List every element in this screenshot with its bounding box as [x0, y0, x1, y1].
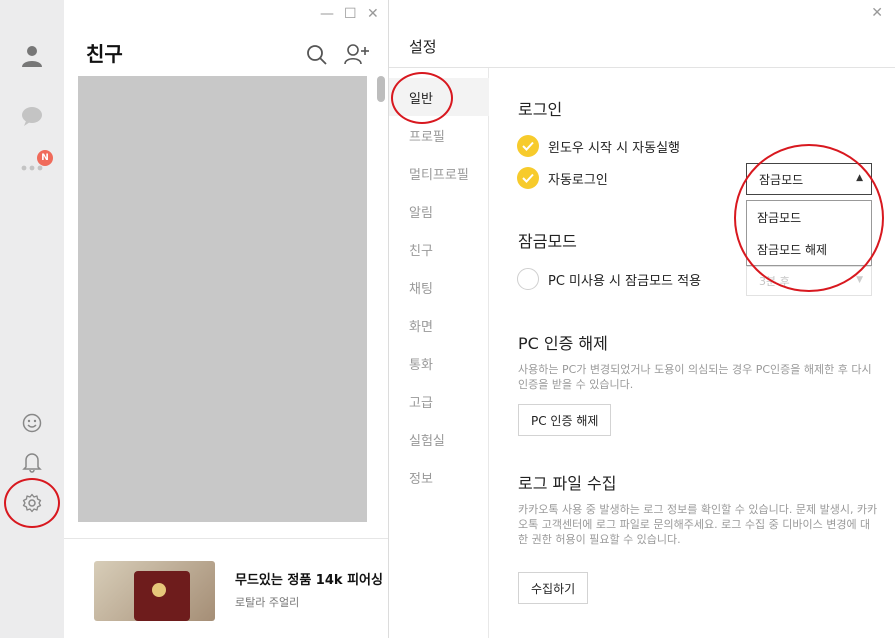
- nav-display[interactable]: 화면: [389, 306, 489, 344]
- nav-general[interactable]: 일반: [389, 78, 489, 116]
- option-lockmode[interactable]: 잠금모드: [747, 201, 871, 233]
- nav-chat[interactable]: 채팅: [389, 268, 489, 306]
- chat-bubble-icon[interactable]: [0, 98, 64, 134]
- caret-down-icon: ▼: [856, 275, 863, 285]
- nav-friends[interactable]: 친구: [389, 230, 489, 268]
- autostart-checkbox-row[interactable]: 윈도우 시작 시 자동실행: [517, 135, 680, 157]
- check-icon[interactable]: [517, 135, 539, 157]
- section-title-login: 로그인: [518, 100, 563, 119]
- autologin-label: 자동로그인: [548, 172, 608, 188]
- close-button[interactable]: ✕: [367, 6, 379, 22]
- ad-banner[interactable]: 무드있는 정품 14k 피어싱 로탈라 주얼리: [64, 538, 388, 638]
- section-title-lock: 잠금모드: [518, 232, 577, 251]
- collect-logs-button[interactable]: 수집하기: [518, 572, 589, 604]
- pc-auth-reset-button[interactable]: PC 인증 해제: [518, 404, 612, 436]
- person-icon[interactable]: [0, 38, 64, 74]
- nav-lab[interactable]: 실험실: [389, 420, 489, 458]
- minimize-button[interactable]: —: [320, 6, 334, 22]
- nav-profile[interactable]: 프로필: [389, 116, 489, 154]
- settings-window: 설정 ✕ 일반 프로필 멀티프로필 알림 친구 채팅 화면 통화 고급 실험실 …: [388, 0, 895, 638]
- section-title-log: 로그 파일 수집: [518, 474, 617, 493]
- friend-list[interactable]: [78, 76, 367, 522]
- autologin-checkbox-row[interactable]: 자동로그인: [517, 167, 608, 189]
- lock-checkbox-row[interactable]: PC 미사용 시 잠금모드 적용: [517, 268, 701, 290]
- scrollbar[interactable]: [377, 76, 385, 102]
- autologin-mode-select[interactable]: 잠금모드 ▲: [746, 163, 872, 195]
- friends-panel: — ☐ ✕ 친구 무드있는 정품 14k 피어싱 로탈라 주얼리: [64, 0, 388, 638]
- caret-up-icon: ▲: [856, 173, 863, 183]
- nav-notifications[interactable]: 알림: [389, 192, 489, 230]
- nav-advanced[interactable]: 고급: [389, 382, 489, 420]
- more-icon[interactable]: [0, 158, 64, 178]
- pc-auth-description: 사용하는 PC가 변경되었거나 도용이 의심되는 경우 PC인증을 해제한 후 …: [518, 363, 872, 391]
- unchecked-circle-icon[interactable]: [517, 268, 539, 290]
- settings-nav: 일반 프로필 멀티프로필 알림 친구 채팅 화면 통화 고급 실험실 정보: [389, 68, 489, 638]
- autostart-label: 윈도우 시작 시 자동실행: [548, 140, 680, 156]
- settings-title: 설정: [409, 38, 437, 56]
- add-friend-icon[interactable]: [344, 43, 370, 69]
- maximize-button[interactable]: ☐: [344, 6, 357, 22]
- lock-label: PC 미사용 시 잠금모드 적용: [548, 273, 702, 289]
- search-icon[interactable]: [306, 44, 328, 70]
- settings-content: 로그인 윈도우 시작 시 자동실행 자동로그인 잠금모드 ▲ 잠금모드 PC 미…: [489, 68, 895, 638]
- select-value: 잠금모드: [759, 172, 804, 187]
- log-description: 카카오톡 사용 중 발생하는 로그 정보를 확인할 수 있습니다. 문제 발생시…: [518, 503, 878, 546]
- lock-time-select: 3분 후 ▼: [746, 266, 872, 296]
- gear-icon[interactable]: [0, 490, 64, 516]
- ad-image: [94, 561, 215, 621]
- autologin-mode-dropdown: 잠금모드 잠금모드 해제: [746, 200, 872, 266]
- bell-icon[interactable]: [0, 449, 64, 475]
- nav-multiprofile[interactable]: 멀티프로필: [389, 154, 489, 192]
- ad-title: 무드있는 정품 14k 피어싱: [235, 573, 383, 588]
- option-lockmode-off[interactable]: 잠금모드 해제: [747, 233, 871, 265]
- select-value: 3분 후: [759, 275, 790, 288]
- nav-call[interactable]: 통화: [389, 344, 489, 382]
- left-nav-rail: N: [0, 0, 64, 638]
- nav-info[interactable]: 정보: [389, 458, 489, 496]
- ad-subtitle: 로탈라 주얼리: [235, 596, 300, 609]
- section-title-pc-auth: PC 인증 해제: [518, 334, 608, 353]
- emoji-icon[interactable]: [0, 410, 64, 436]
- page-title: 친구: [86, 42, 123, 66]
- close-button[interactable]: ✕: [871, 5, 883, 21]
- notification-badge: N: [37, 150, 53, 166]
- check-icon[interactable]: [517, 167, 539, 189]
